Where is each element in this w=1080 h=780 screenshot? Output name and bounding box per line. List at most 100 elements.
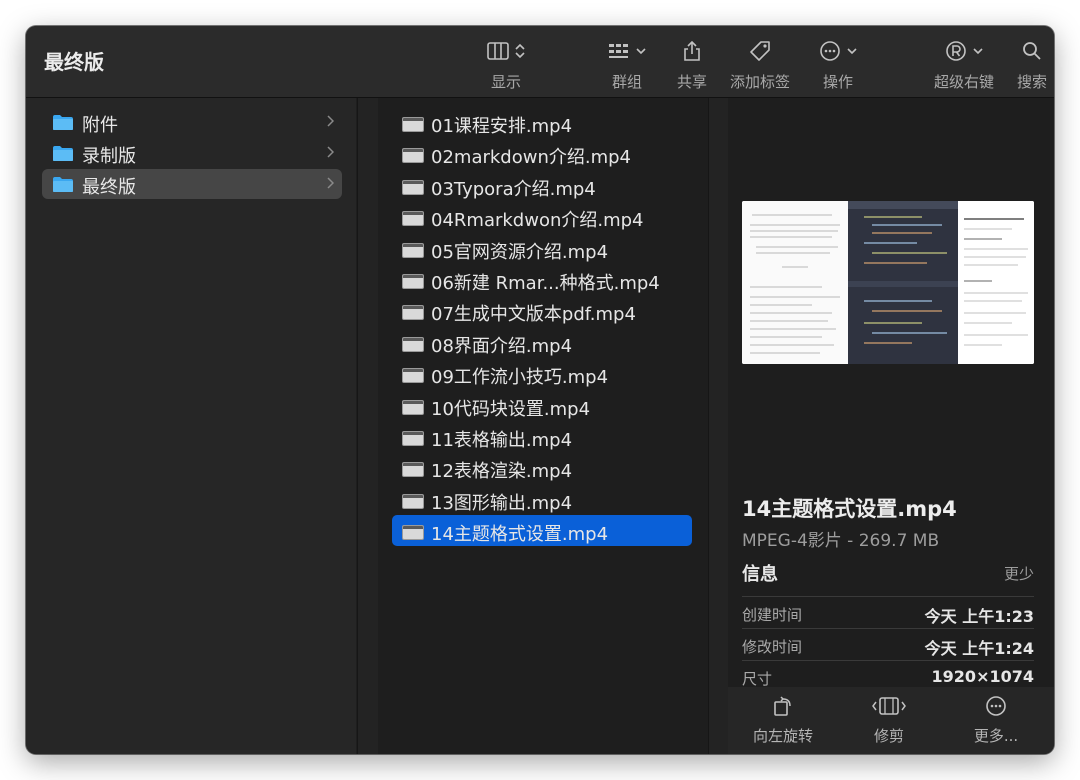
file-name: 08界面介绍.mp4	[431, 336, 573, 357]
share-icon	[684, 40, 700, 61]
file-row[interactable]: 13图形输出.mp4	[392, 484, 692, 515]
file-name: 07生成中文版本pdf.mp4	[431, 304, 636, 325]
folder-icon	[53, 146, 73, 161]
video-thumbnail-icon	[402, 117, 424, 132]
video-thumbnail-icon	[402, 243, 424, 258]
chevron-right-icon	[327, 177, 334, 189]
file-name: 10代码块设置.mp4	[431, 399, 591, 420]
file-row[interactable]: 12表格渲染.mp4	[392, 452, 692, 483]
video-thumbnail-icon	[402, 305, 424, 320]
toolbar: 最终版 显示 群组 共享 添加标签 操作 超级右键 搜索	[26, 26, 1054, 98]
video-thumbnail-icon	[402, 431, 424, 446]
chevron-down-icon	[973, 48, 983, 55]
file-name: 14主题格式设置.mp4	[431, 524, 609, 545]
file-row[interactable]: 03Typora介绍.mp4	[392, 170, 692, 201]
column-resize-handle[interactable]	[708, 98, 730, 754]
file-name: 02markdown介绍.mp4	[431, 147, 631, 168]
folder-icon	[53, 115, 73, 130]
file-row[interactable]: 11表格输出.mp4	[392, 421, 692, 452]
chevron-down-icon	[636, 48, 646, 55]
grid-icon	[609, 44, 628, 58]
file-name: 04Rmarkdwon介绍.mp4	[431, 210, 644, 231]
video-preview-image[interactable]	[742, 201, 1034, 364]
updown-chevron-icon	[515, 43, 525, 59]
video-thumbnail-icon	[402, 274, 424, 289]
registered-r-icon	[946, 41, 966, 61]
file-row[interactable]: 08界面介绍.mp4	[392, 327, 692, 358]
group-label: 群组	[611, 73, 642, 91]
search-icon	[1023, 42, 1041, 60]
video-thumbnail-icon	[402, 337, 424, 352]
sidebar-item-recorded[interactable]: 录制版	[42, 138, 342, 168]
sidebar-item-final[interactable]: 最终版	[42, 169, 342, 199]
trim-label: 修剪	[873, 727, 904, 745]
info-value: 今天 上午1:23	[924, 607, 1034, 626]
chevron-down-icon	[847, 48, 857, 55]
info-row-created: 创建时间 今天 上午1:23	[742, 596, 1034, 629]
quick-actions-bar: 向左旋转 修剪 更多...	[728, 687, 1054, 754]
file-list: 01课程安排.mp4 02markdown介绍.mp4 03Typora介绍.m…	[378, 98, 706, 754]
video-thumbnail-icon	[402, 462, 424, 477]
sidebar: 附件 录制版 最终版	[26, 98, 356, 754]
video-thumbnail-icon	[402, 400, 424, 415]
file-row[interactable]: 09工作流小技巧.mp4	[392, 358, 692, 389]
window-title: 最终版	[44, 50, 104, 74]
info-value: 今天 上午1:24	[924, 639, 1034, 658]
info-value: 1920×1074	[931, 667, 1034, 686]
share-button[interactable]: 共享	[672, 38, 712, 92]
preview-pane: 14主题格式设置.mp4 MPEG-4影片 - 269.7 MB 信息 更少 创…	[728, 98, 1054, 754]
search-label: 搜索	[1016, 73, 1047, 91]
video-thumbnail-icon	[402, 494, 424, 509]
action-button[interactable]: 操作	[816, 38, 860, 92]
chevron-right-icon	[327, 115, 334, 127]
file-row[interactable]: 10代码块设置.mp4	[392, 390, 692, 421]
file-row[interactable]: 04Rmarkdwon介绍.mp4	[392, 201, 692, 232]
sidebar-item-attachments[interactable]: 附件	[42, 107, 342, 137]
group-button[interactable]: 群组	[600, 38, 654, 92]
video-frame-graphic	[742, 201, 1034, 364]
tag-icon	[750, 41, 770, 61]
search-button[interactable]: 搜索	[1014, 38, 1050, 92]
ellipsis-circle-icon	[820, 41, 840, 61]
file-row[interactable]: 02markdown介绍.mp4	[392, 138, 692, 169]
info-row-modified: 修改时间 今天 上午1:24	[742, 628, 1034, 661]
file-name: 06新建 Rmar...种格式.mp4	[431, 273, 660, 294]
show-less-link[interactable]: 更少	[1004, 563, 1034, 584]
video-thumbnail-icon	[402, 525, 424, 540]
super-right-click-button[interactable]: 超级右键	[930, 38, 998, 92]
info-heading: 信息	[742, 564, 778, 585]
file-row[interactable]: 07生成中文版本pdf.mp4	[392, 295, 692, 326]
action-label: 操作	[822, 73, 853, 91]
more-actions-button[interactable]: 更多...	[966, 695, 1026, 746]
chevron-right-icon	[327, 146, 334, 158]
file-row-selected[interactable]: 14主题格式设置.mp4	[392, 515, 692, 546]
ellipsis-circle-icon	[986, 696, 1006, 716]
info-key: 修改时间	[742, 638, 803, 656]
rotate-left-icon	[774, 696, 791, 716]
file-row[interactable]: 06新建 Rmar...种格式.mp4	[392, 264, 692, 295]
video-thumbnail-icon	[402, 211, 424, 226]
super-right-click-label: 超级右键	[933, 73, 994, 91]
add-tag-button[interactable]: 添加标签	[726, 38, 794, 92]
file-row[interactable]: 01课程安排.mp4	[392, 107, 692, 138]
columns-view-icon	[487, 42, 509, 60]
trim-icon	[872, 697, 906, 715]
more-actions-label: 更多...	[973, 727, 1019, 745]
sidebar-item-label: 最终版	[82, 177, 136, 198]
video-thumbnail-icon	[402, 148, 424, 163]
file-name: 03Typora介绍.mp4	[431, 179, 596, 200]
folder-icon	[53, 177, 73, 192]
file-row[interactable]: 05官网资源介绍.mp4	[392, 233, 692, 264]
view-button[interactable]: 显示	[476, 38, 536, 92]
file-name: 09工作流小技巧.mp4	[431, 367, 609, 388]
rotate-left-button[interactable]: 向左旋转	[746, 695, 820, 746]
info-key: 尺寸	[742, 670, 773, 688]
file-name: 12表格渲染.mp4	[431, 461, 573, 482]
add-tag-label: 添加标签	[729, 73, 790, 91]
video-thumbnail-icon	[402, 180, 424, 195]
rotate-left-label: 向左旋转	[752, 727, 813, 745]
trim-button[interactable]: 修剪	[864, 695, 914, 746]
share-label: 共享	[676, 73, 707, 91]
info-key: 创建时间	[742, 606, 803, 624]
column-resize-handle[interactable]	[357, 98, 379, 754]
